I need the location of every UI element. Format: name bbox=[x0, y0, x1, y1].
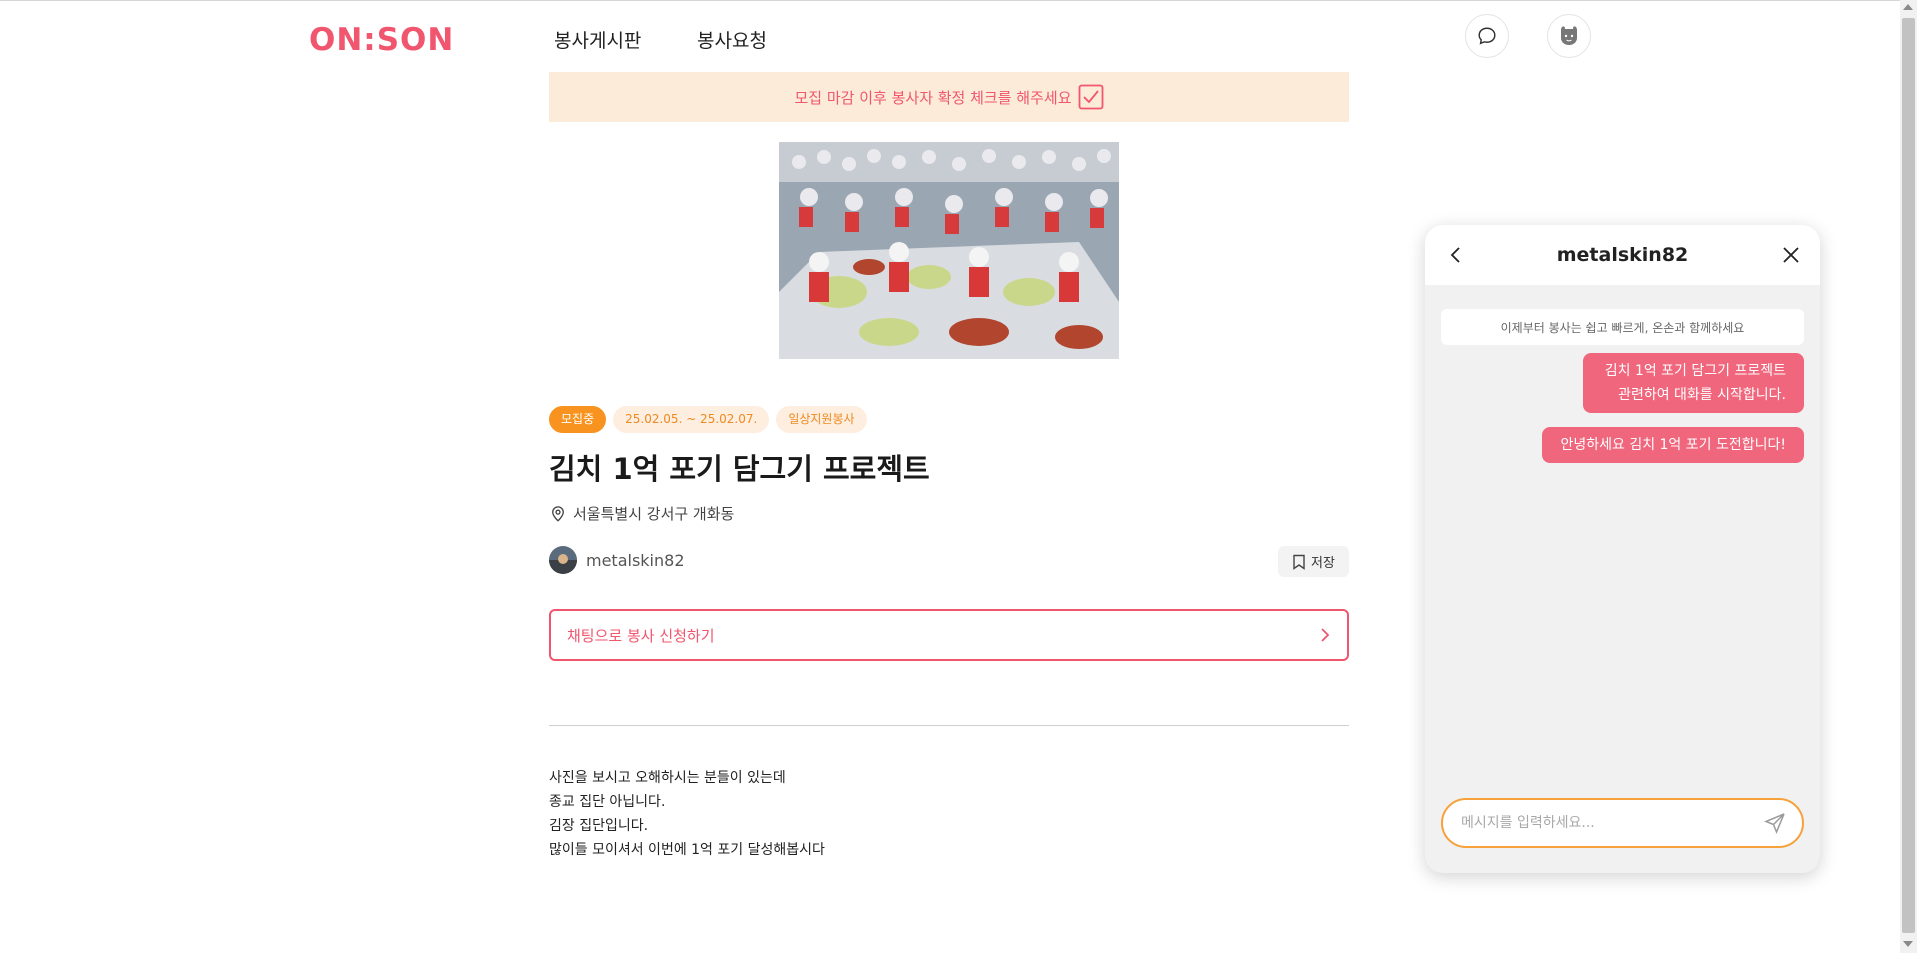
apply-via-chat-button[interactable]: 채팅으로 봉사 신청하기 bbox=[549, 609, 1349, 661]
post-image bbox=[779, 142, 1119, 359]
post-body: 사진을 보시고 오해하시는 분들이 있는데 종교 집단 아닙니다. 김장 집단입… bbox=[549, 766, 825, 862]
chat-button[interactable] bbox=[1465, 14, 1509, 58]
close-button[interactable] bbox=[1778, 242, 1804, 268]
post-author[interactable]: metalskin82 bbox=[549, 546, 685, 574]
apply-label: 채팅으로 봉사 신청하기 bbox=[567, 626, 715, 645]
chat-message-sent: 안녕하세요 김치 1억 포기 도전합니다! bbox=[1542, 427, 1804, 463]
chat-panel: metalskin82 이제부터 봉사는 쉽고 빠르게, 온손과 함께하세요 김… bbox=[1425, 225, 1820, 873]
close-icon bbox=[1783, 247, 1799, 263]
chat-bubble-icon bbox=[1478, 27, 1496, 45]
profile-avatar-button[interactable] bbox=[1547, 14, 1591, 58]
chat-message-sent: 김치 1억 포기 담그기 프로젝트 관련하여 대화를 시작합니다. bbox=[1583, 353, 1804, 413]
body-line: 김장 집단입니다. bbox=[549, 818, 649, 834]
system-message: 이제부터 봉사는 쉽고 빠르게, 온손과 함께하세요 bbox=[1441, 309, 1804, 345]
scroll-up-arrow-icon[interactable] bbox=[1903, 4, 1913, 10]
bookmark-icon bbox=[1293, 554, 1305, 570]
category-badge: 일상지원봉사 bbox=[776, 406, 867, 433]
checkbox-check-icon[interactable] bbox=[1078, 84, 1104, 110]
top-border bbox=[0, 0, 1917, 1]
post-tags: 모집중 25.02.05. ~ 25.02.07. 일상지원봉사 bbox=[549, 406, 867, 433]
post-location: 서울특별시 강서구 개화동 bbox=[549, 503, 734, 524]
status-badge: 모집중 bbox=[549, 406, 607, 433]
body-line: 종교 집단 아닙니다. bbox=[549, 794, 666, 810]
send-icon bbox=[1764, 813, 1785, 834]
save-button[interactable]: 저장 bbox=[1278, 546, 1349, 577]
post-title: 김치 1억 포기 담그기 프로젝트 bbox=[549, 452, 930, 486]
author-avatar bbox=[549, 546, 577, 574]
notice-text: 모집 마감 이후 봉사자 확정 체크를 해주세요 bbox=[794, 88, 1072, 107]
scrollbar-thumb[interactable] bbox=[1902, 18, 1915, 933]
body-line: 사진을 보시고 오해하시는 분들이 있는데 bbox=[549, 770, 786, 786]
logo[interactable]: ON:SON bbox=[309, 22, 454, 58]
content-divider bbox=[549, 725, 1349, 726]
body-line: 많이들 모이셔서 이번에 1억 포기 달성해봅시다 bbox=[549, 842, 825, 858]
save-label: 저장 bbox=[1311, 556, 1335, 571]
chat-input-box bbox=[1441, 798, 1804, 848]
send-button[interactable] bbox=[1760, 808, 1790, 838]
back-button[interactable] bbox=[1443, 242, 1469, 268]
location-text: 서울특별시 강서구 개화동 bbox=[573, 505, 735, 523]
nav-volunteer-request[interactable]: 봉사요청 bbox=[697, 26, 767, 53]
user-avatar-icon bbox=[1561, 26, 1577, 45]
message-input[interactable] bbox=[1459, 814, 1760, 832]
notice-banner: 모집 마감 이후 봉사자 확정 체크를 해주세요 bbox=[549, 72, 1349, 122]
location-pin-icon bbox=[552, 505, 564, 522]
chat-title: metalskin82 bbox=[1556, 244, 1689, 266]
chat-header: metalskin82 bbox=[1425, 225, 1820, 285]
nav-volunteer-board[interactable]: 봉사게시판 bbox=[554, 26, 641, 53]
date-range-badge: 25.02.05. ~ 25.02.07. bbox=[613, 406, 770, 433]
scroll-down-arrow-icon[interactable] bbox=[1903, 941, 1913, 947]
author-name: metalskin82 bbox=[586, 550, 685, 570]
chevron-right-icon bbox=[1321, 628, 1330, 642]
chevron-left-icon bbox=[1450, 247, 1460, 263]
